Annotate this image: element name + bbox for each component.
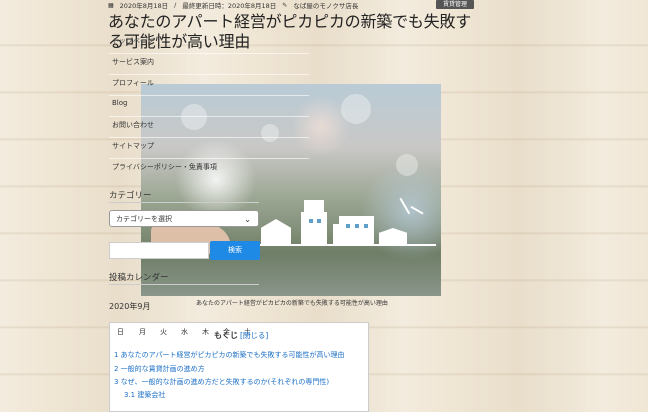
toc-title: もくじ <box>214 331 238 340</box>
nav-item-services[interactable]: サービス案内 <box>112 57 154 67</box>
category-heading: カテゴリー <box>109 191 152 201</box>
toc-item[interactable]: 3 なぜ、一般的な計画の進め方だと失敗するのか(それぞれの専門性) <box>114 377 329 387</box>
divider <box>109 202 259 203</box>
window <box>355 224 359 228</box>
category-badge[interactable]: 賃貸管理 <box>436 0 474 9</box>
ground-line <box>236 244 436 246</box>
separator: / <box>174 1 177 9</box>
window <box>364 224 368 228</box>
nav-item-sitemap[interactable]: サイトマップ <box>112 141 154 151</box>
calendar-day-header: 火 <box>160 328 167 336</box>
divider <box>109 137 309 138</box>
divider <box>109 74 309 75</box>
building-icon <box>301 212 327 244</box>
window <box>346 224 350 228</box>
search-input[interactable] <box>109 242 209 259</box>
pencil-icon: ✎ <box>282 1 288 9</box>
divider <box>109 284 259 285</box>
house-icon <box>261 219 291 244</box>
nav-item-privacy[interactable]: プライバシーポリシー・免責事項 <box>112 162 217 172</box>
divider <box>109 116 309 117</box>
page-title: あなたのアパート経営がピカピカの新築でも失敗する可能性が高い理由 <box>108 12 472 51</box>
divider <box>109 53 309 54</box>
building-icon <box>339 216 374 244</box>
calendar-day-header: 月 <box>139 328 146 336</box>
hero-caption: あなたのアパート経営がピカピカの新築でも失敗する可能性が高い理由 <box>196 300 388 307</box>
bokeh-light <box>341 94 371 124</box>
category-select[interactable]: カテゴリーを選択 ⌄ <box>109 210 259 227</box>
calendar-day-header: 木 <box>202 328 209 336</box>
calendar-day-header: 日 <box>117 328 124 336</box>
search-button[interactable]: 検索 <box>210 241 260 260</box>
nav-item-profile[interactable]: プロフィール <box>112 78 154 88</box>
author-link[interactable]: なば屋のモノクサ店長 <box>293 0 358 10</box>
post-date: 2020年8月18日 <box>119 2 169 10</box>
toc-subitem[interactable]: 3.1 建築会社 <box>124 390 165 400</box>
toc-item[interactable]: 1 あなたのアパート経営がピカピカの新築でも失敗する可能性が高い理由 <box>114 350 345 360</box>
nav-item-top[interactable]: トップページ <box>112 36 154 46</box>
bokeh-light <box>261 124 279 142</box>
toc-item[interactable]: 2 一般的な賃貸計画の進め方 <box>114 364 205 374</box>
bokeh-light <box>181 104 207 130</box>
divider <box>109 158 309 159</box>
category-select-value: カテゴリーを選択 <box>116 215 172 223</box>
calendar-day-header: 水 <box>181 328 188 336</box>
toc-toggle[interactable]: [閉じる] <box>240 330 268 341</box>
nav-item-blog[interactable]: Blog <box>112 99 127 107</box>
chevron-down-icon: ⌄ <box>244 215 251 224</box>
calendar-month: 2020年9月 <box>109 302 151 311</box>
house-icon <box>379 228 407 244</box>
updated-date: 最終更新日時：2020年8月18日 <box>182 2 277 10</box>
calendar-icon: ▦ <box>108 1 114 9</box>
calendar-heading: 投稿カレンダー <box>109 273 169 283</box>
window <box>309 219 313 223</box>
building-icon <box>304 200 324 214</box>
nav-item-contact[interactable]: お問い合わせ <box>112 120 154 130</box>
post-meta: ▦ 2020年8月18日 / 最終更新日時：2020年8月18日 ✎ なば屋のモ… <box>108 0 358 10</box>
divider <box>109 95 309 96</box>
bokeh-light <box>396 154 418 176</box>
window <box>317 219 321 223</box>
